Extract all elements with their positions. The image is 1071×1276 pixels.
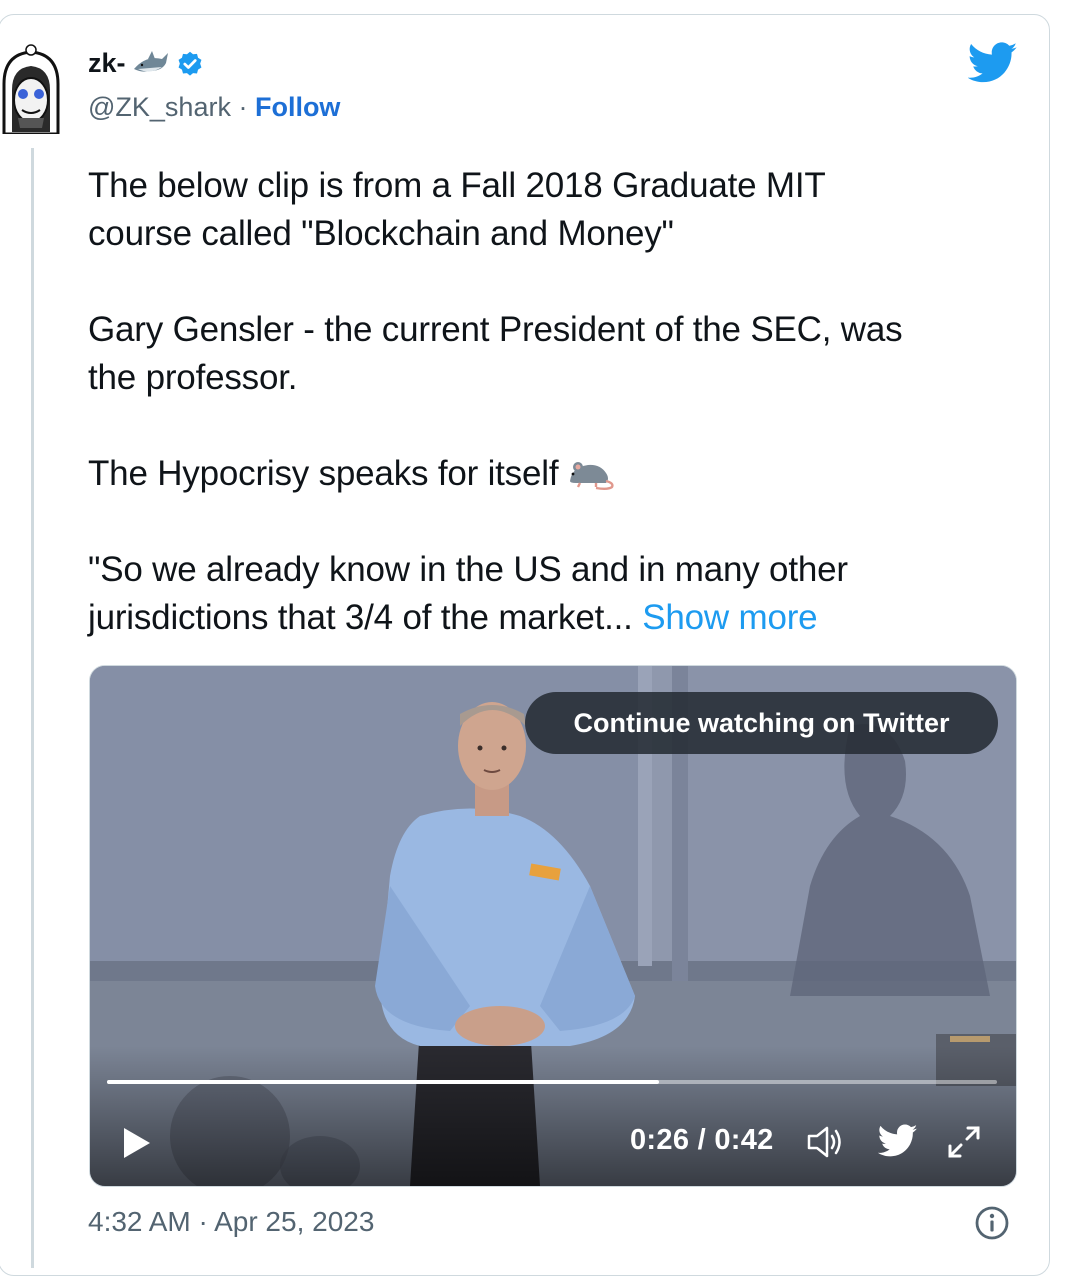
verified-badge-icon[interactable]: [176, 50, 204, 78]
progress-fill: [107, 1080, 659, 1084]
display-name-text: zk-: [88, 48, 126, 78]
volume-icon[interactable]: [805, 1124, 845, 1160]
time-display: 0:26 / 0:42: [630, 1124, 774, 1156]
rat-emoji-icon: [570, 462, 614, 490]
video-player[interactable]: Continue watching on Twitter 0:26 / 0:42: [89, 665, 1017, 1187]
paragraph-1-line-1: The below clip is from a Fall 2018 Gradu…: [88, 166, 826, 205]
thread-line: [31, 148, 34, 1268]
paragraph-4-line-2: jurisdictions that 3/4 of the market...: [88, 598, 633, 637]
shark-emoji-icon: [133, 50, 168, 72]
paragraph-3-text: The Hypocrisy speaks for itself: [88, 454, 559, 493]
paragraph-2-line-2: the professor.: [88, 358, 298, 397]
paragraph-4-line-1: "So we already know in the US and in man…: [88, 550, 848, 589]
play-icon[interactable]: [120, 1126, 154, 1160]
tweet-timestamp[interactable]: 4:32 AM · Apr 25, 2023: [88, 1206, 374, 1238]
info-icon[interactable]: [974, 1205, 1010, 1241]
paragraph-1: The below clip is from a Fall 2018 Gradu…: [88, 162, 1028, 258]
paragraph-2: Gary Gensler - the current President of …: [88, 306, 1028, 402]
display-name[interactable]: zk-: [88, 48, 204, 79]
paragraph-1-line-2: course called "Blockchain and Money": [88, 214, 674, 253]
continue-watching-button[interactable]: Continue watching on Twitter: [525, 692, 998, 754]
paragraph-2-line-1: Gary Gensler - the current President of …: [88, 310, 903, 349]
show-more-link[interactable]: Show more: [642, 598, 817, 637]
fullscreen-icon[interactable]: [944, 1122, 984, 1162]
follow-link[interactable]: Follow: [255, 92, 340, 122]
progress-bar[interactable]: [107, 1080, 997, 1084]
tweet-text: The below clip is from a Fall 2018 Gradu…: [88, 162, 1028, 642]
video-twitter-icon[interactable]: [878, 1124, 918, 1158]
avatar-image[interactable]: [0, 44, 64, 134]
handle[interactable]: @ZK_shark ·: [88, 92, 255, 122]
twitter-bird-icon[interactable]: [968, 42, 1018, 84]
paragraph-3: The Hypocrisy speaks for itself: [88, 450, 1028, 498]
handle-row: @ZK_shark · Follow: [88, 92, 340, 123]
paragraph-4: "So we already know in the US and in man…: [88, 546, 1028, 642]
